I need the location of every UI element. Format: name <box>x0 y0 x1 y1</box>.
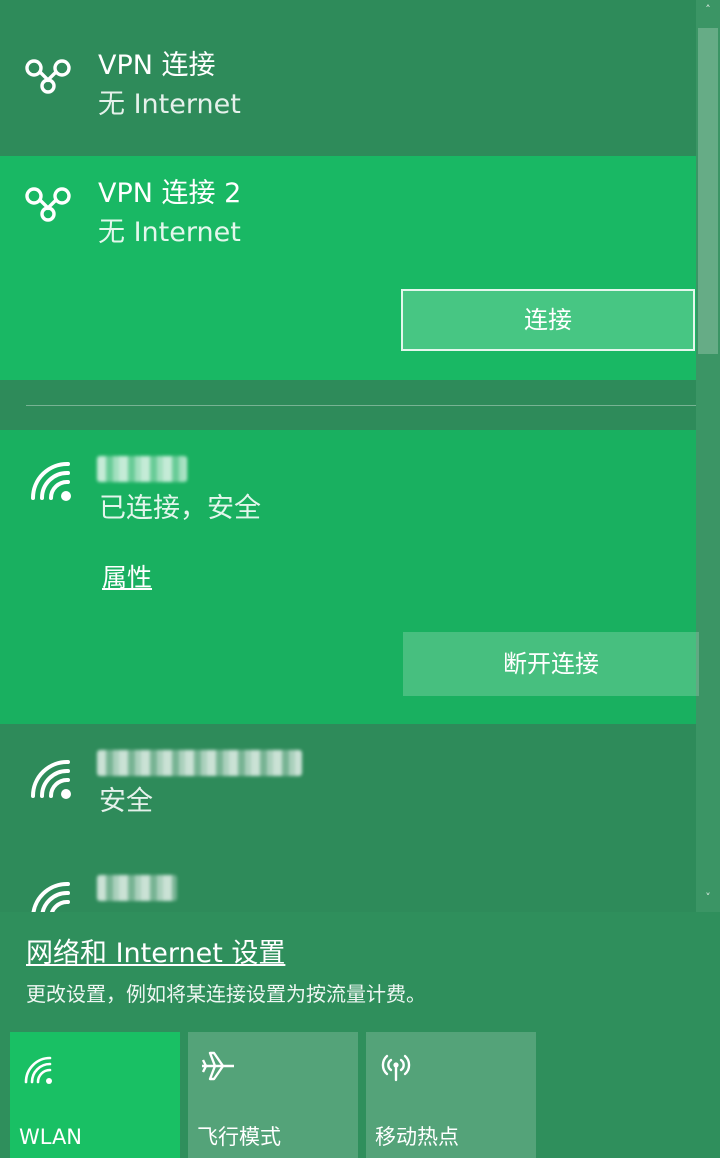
wifi-icon <box>31 881 70 912</box>
network-flyout: VPN 连接 无 Internet VPN 连接 2 无 Internet 连接… <box>0 0 720 1158</box>
network-name-redacted <box>97 456 187 482</box>
settings-description: 更改设置，例如将某连接设置为按流量计费。 <box>26 982 426 1006</box>
vpn-name: VPN 连接 <box>98 50 216 81</box>
airplane-mode-tile[interactable]: 飞行模式 <box>188 1032 358 1158</box>
scroll-up-arrow-icon[interactable]: ˄ <box>700 2 716 18</box>
properties-link[interactable]: 属性 <box>102 562 152 594</box>
hotspot-icon <box>381 1054 411 1082</box>
vpn-status: 无 Internet <box>98 89 241 120</box>
wifi-status: 已连接，安全 <box>99 493 261 524</box>
network-name-redacted <box>97 750 302 776</box>
tile-label: 移动热点 <box>375 1125 459 1149</box>
mobile-hotspot-tile[interactable]: 移动热点 <box>366 1032 536 1158</box>
wifi-status: 安全 <box>99 786 153 817</box>
tile-label: 飞行模式 <box>197 1125 281 1149</box>
scrollbar-thumb[interactable] <box>698 28 718 354</box>
section-divider <box>26 405 696 406</box>
wlan-tile[interactable]: WLAN <box>10 1032 180 1158</box>
connect-button[interactable]: 连接 <box>401 289 695 351</box>
wifi-icon-clip <box>28 878 84 912</box>
vpn-status: 无 Internet <box>98 217 241 248</box>
tile-label: WLAN <box>19 1125 83 1149</box>
network-settings-link[interactable]: 网络和 Internet 设置 <box>26 936 285 972</box>
airplane-icon <box>201 1051 234 1081</box>
disconnect-button[interactable]: 断开连接 <box>403 632 699 696</box>
scroll-down-arrow-icon[interactable]: ˅ <box>700 890 716 906</box>
wifi-icon <box>24 1056 52 1084</box>
vpn-icon <box>25 59 71 94</box>
vpn-name: VPN 连接 2 <box>98 178 242 209</box>
wifi-icon <box>31 759 71 799</box>
network-name-redacted <box>97 875 177 901</box>
vpn-icon <box>25 187 71 222</box>
wifi-icon <box>31 461 71 501</box>
wifi-network-item[interactable] <box>0 724 696 844</box>
